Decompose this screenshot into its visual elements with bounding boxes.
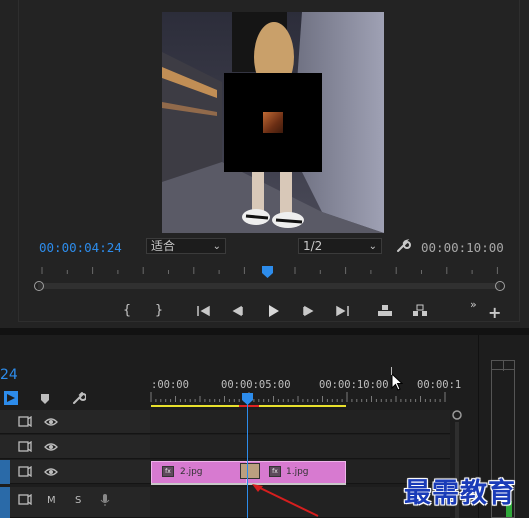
playback-resolution-select[interactable]: 1/2 ⌄ (298, 238, 382, 254)
timeline-timecode[interactable]: 24 (0, 367, 18, 383)
duration-timecode: 00:00:10:00 (421, 240, 504, 255)
ruler-label: 00:00:1 (417, 379, 462, 391)
panel-divider[interactable] (0, 328, 529, 335)
timeline-ruler[interactable] (150, 370, 455, 410)
track-area-v3[interactable] (150, 410, 450, 434)
track-output-toggle-icon[interactable] (18, 466, 32, 477)
wrench-icon[interactable] (395, 238, 411, 254)
ruler-in-marker (391, 367, 392, 375)
track-output-toggle-icon[interactable] (18, 494, 32, 505)
ruler-label: 00:00:05:00 (221, 379, 291, 391)
mouse-cursor-icon (391, 373, 403, 391)
monitor-playhead[interactable] (262, 266, 273, 278)
render-bar-segment (239, 405, 259, 407)
track-output-toggle-icon[interactable] (18, 441, 32, 452)
mark-out-button[interactable]: } (150, 302, 168, 320)
timeline-settings-wrench-icon[interactable] (72, 391, 86, 405)
eye-icon[interactable] (44, 442, 58, 452)
eye-icon[interactable] (44, 467, 58, 477)
ruler-label: 00:00:10:00 (319, 379, 389, 391)
mute-button[interactable]: M (47, 495, 56, 506)
ruler-label: :00:00 (151, 379, 189, 391)
go-to-out-icon[interactable] (333, 302, 351, 320)
resolution-value: 1/2 (303, 239, 323, 253)
monitor-zoom-scrollbar[interactable] (38, 283, 500, 289)
eye-icon[interactable] (44, 417, 58, 427)
fx-badge-icon: fx (269, 466, 281, 477)
scroll-handle-right[interactable] (495, 281, 505, 291)
meter-divider (503, 361, 504, 371)
snap-icon[interactable] (4, 391, 18, 405)
extract-icon[interactable] (411, 302, 429, 320)
source-patch-a1[interactable] (0, 487, 10, 518)
source-patch-v1[interactable] (0, 460, 10, 484)
solo-button[interactable]: S (75, 495, 81, 506)
marker-icon[interactable] (40, 393, 50, 405)
step-forward-icon[interactable] (299, 302, 317, 320)
mark-in-button[interactable]: { (118, 302, 136, 320)
clip-name: 2.jpg (180, 467, 203, 477)
go-to-in-icon[interactable] (195, 302, 213, 320)
clip-1-jpg[interactable]: fx 1.jpg (247, 461, 346, 484)
annotation-arrow (250, 482, 320, 518)
timeline-playhead[interactable] (242, 393, 253, 405)
current-timecode[interactable]: 00:00:04:24 (39, 240, 122, 255)
chevron-down-icon: ⌄ (212, 241, 221, 252)
clip-2-jpg[interactable]: fx 2.jpg (151, 461, 247, 484)
watermark-text: 最需教育 (404, 478, 516, 509)
zoom-fit-select[interactable]: 适合 ⌄ (146, 238, 226, 254)
more-controls-icon[interactable]: » (470, 298, 477, 311)
chevron-down-icon: ⌄ (368, 241, 377, 252)
zoom-fit-value: 适合 (151, 239, 176, 253)
nested-thumbnail (263, 112, 283, 133)
play-icon[interactable] (264, 302, 282, 320)
scroll-handle-left[interactable] (34, 281, 44, 291)
timeline-playhead-line (247, 400, 248, 518)
step-back-icon[interactable] (229, 302, 247, 320)
track-output-toggle-icon[interactable] (18, 416, 32, 427)
add-button-icon[interactable]: + (488, 303, 501, 322)
lift-icon[interactable] (376, 302, 394, 320)
fx-badge-icon: fx (162, 466, 174, 477)
track-area-v2[interactable] (150, 435, 450, 459)
clip-name: 1.jpg (286, 467, 309, 477)
transition-icon[interactable] (240, 463, 260, 479)
microphone-icon[interactable] (100, 493, 110, 507)
